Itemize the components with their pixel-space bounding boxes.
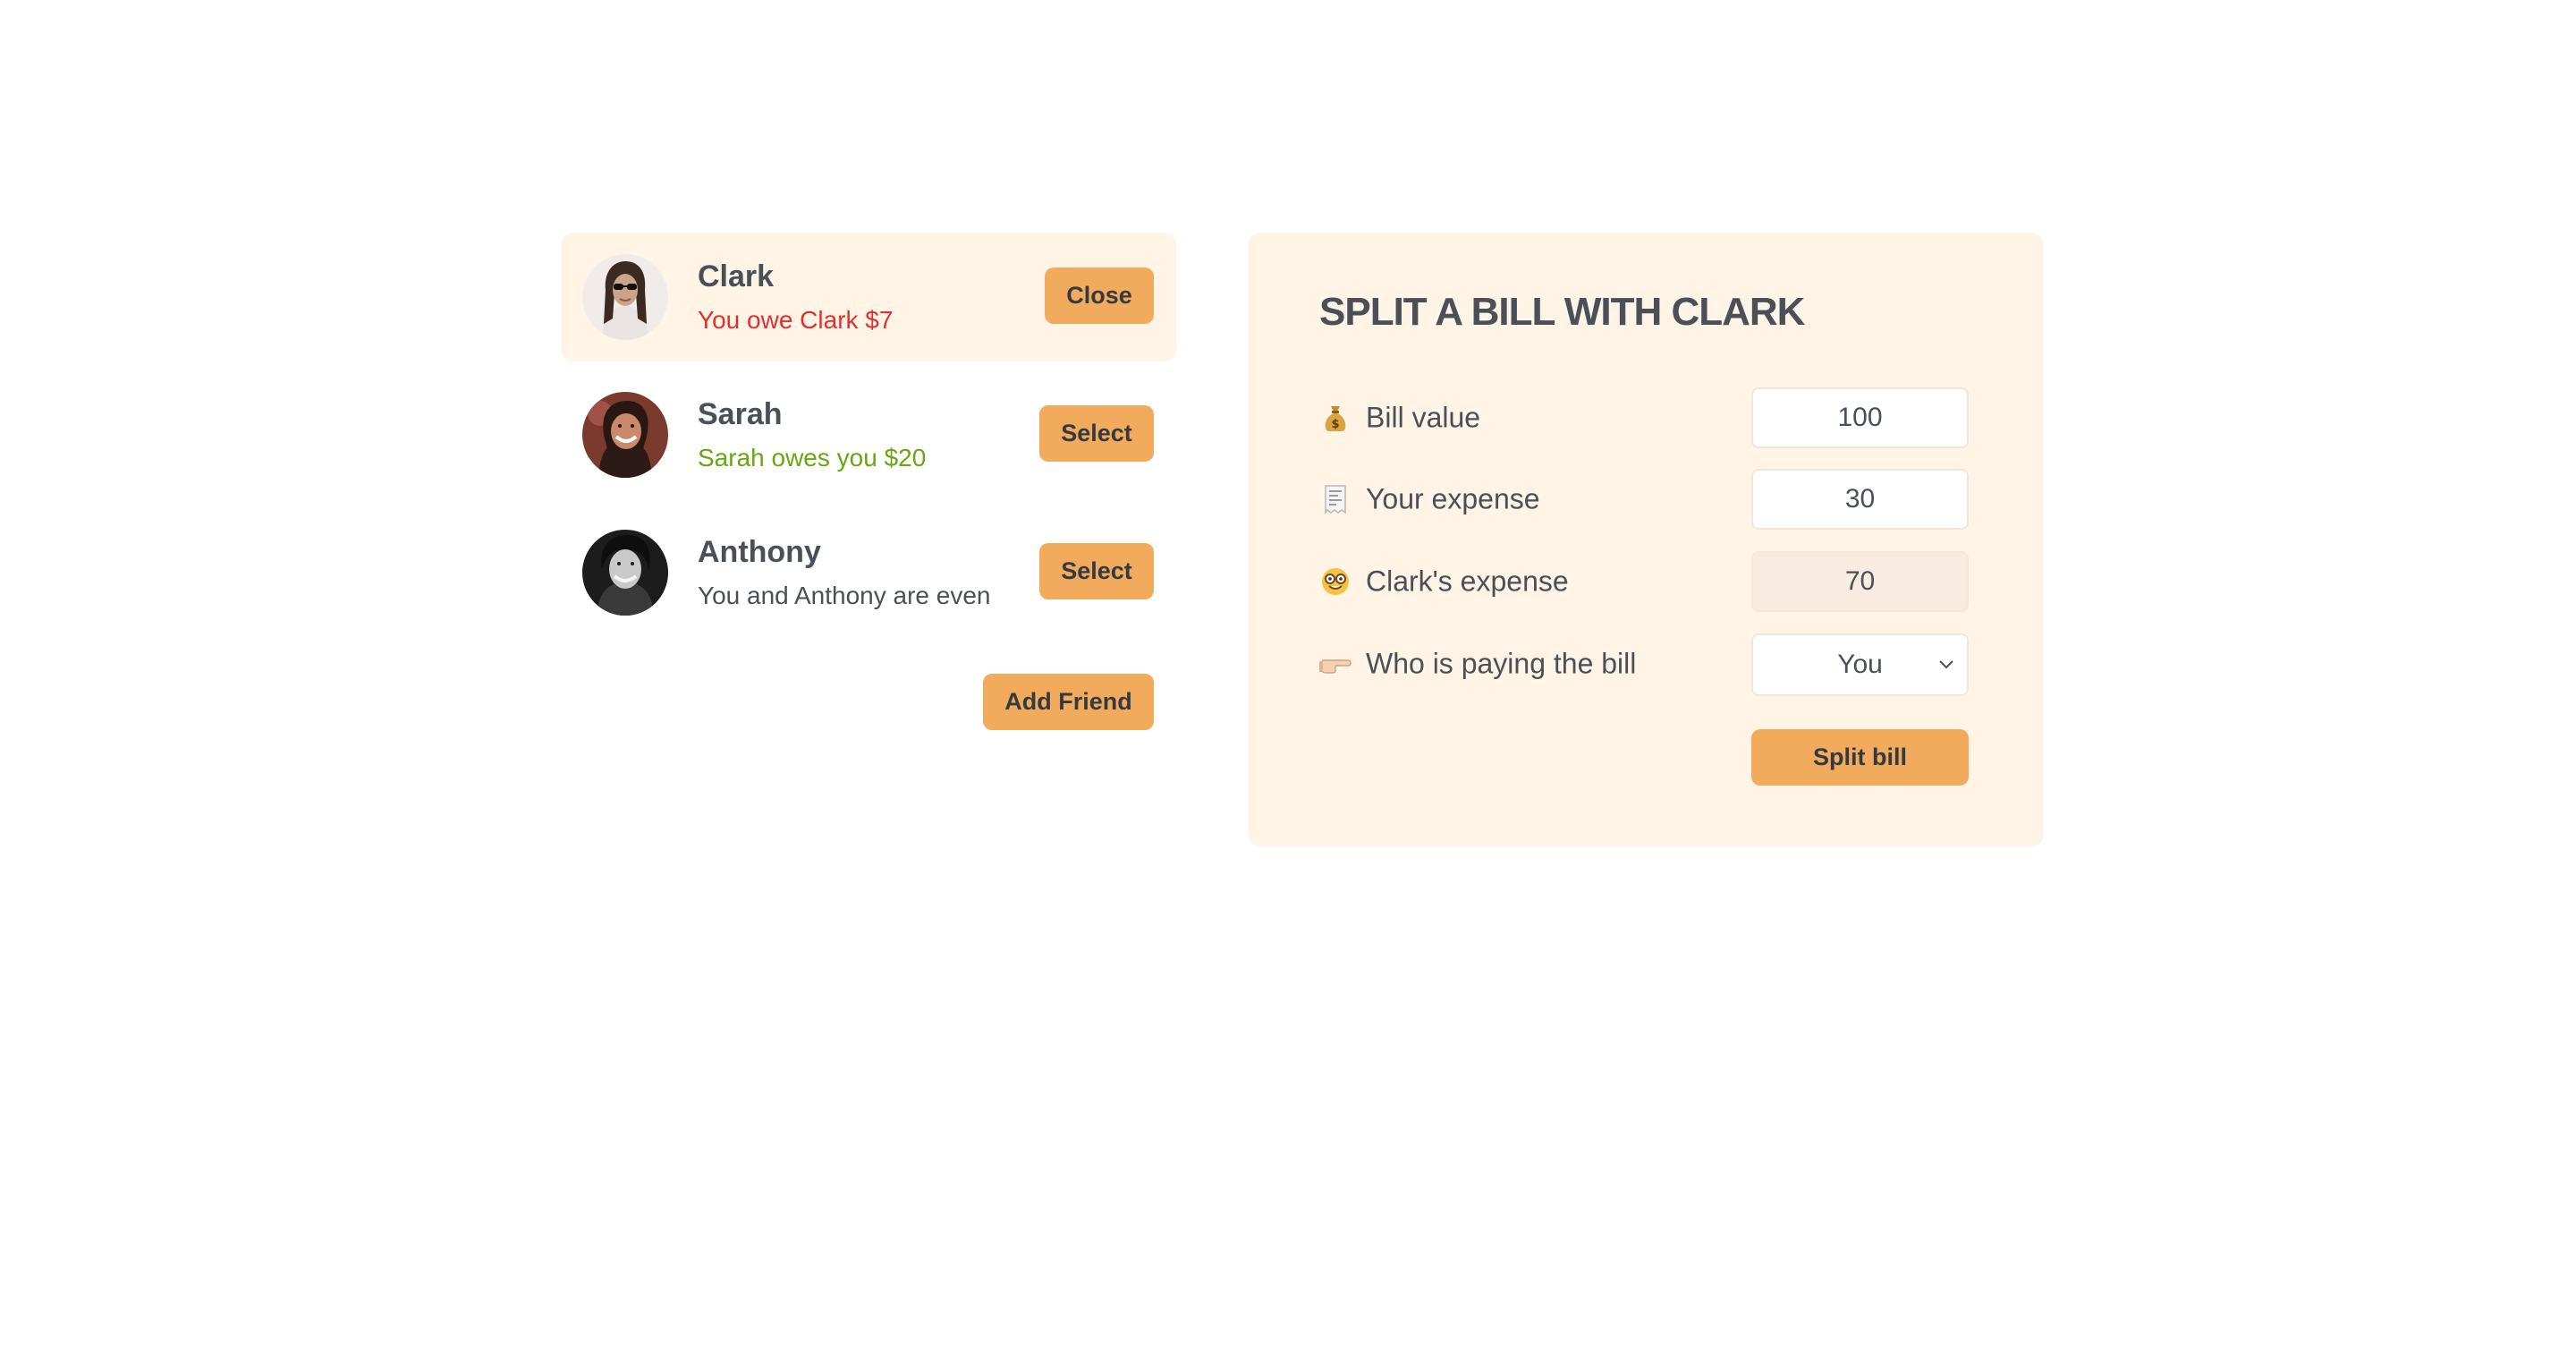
- payer-row: Who is paying the bill You: [1319, 633, 1972, 696]
- friend-item-sarah: Sarah Sarah owes you $20 Select: [561, 370, 1176, 499]
- form-title: SPLIT A BILL WITH CLARK: [1319, 290, 1805, 334]
- bill-value-label: Bill value: [1366, 401, 1481, 434]
- payer-label: Who is paying the bill: [1366, 647, 1637, 680]
- avatar-anthony: [582, 530, 668, 616]
- split-bill-button[interactable]: Split bill: [1751, 729, 1969, 786]
- friend-name: Anthony: [698, 535, 821, 569]
- select-button[interactable]: Select: [1039, 405, 1154, 462]
- money-bag-icon: $: [1319, 402, 1352, 434]
- friend-balance-status: You owe Clark $7: [698, 306, 894, 334]
- payer-select[interactable]: You: [1751, 633, 1969, 696]
- bill-value-row: $ Bill value: [1319, 387, 1972, 448]
- avatar-sarah: [582, 392, 668, 478]
- nerd-face-icon: [1319, 565, 1352, 598]
- chevron-down-icon: [1939, 660, 1953, 669]
- pointing-hand-icon: [1319, 648, 1352, 680]
- friend-item-anthony: Anthony You and Anthony are even Select: [561, 508, 1176, 637]
- svg-text:$: $: [1331, 418, 1339, 431]
- payer-selected-value: You: [1837, 650, 1883, 679]
- friend-item-clark: Clark You owe Clark $7 Close: [561, 233, 1176, 361]
- select-button[interactable]: Select: [1039, 543, 1154, 599]
- split-bill-form: SPLIT A BILL WITH CLARK $ Bill value You…: [1248, 233, 2044, 846]
- add-friend-button[interactable]: Add Friend: [983, 674, 1154, 730]
- friends-sidebar: Clark You owe Clark $7 Close Sarah Sarah…: [561, 233, 1176, 730]
- receipt-icon: [1319, 483, 1352, 515]
- friend-expense-row: Clark's expense: [1319, 551, 1972, 612]
- friend-balance-status: You and Anthony are even: [698, 582, 991, 609]
- friend-expense-input: [1751, 551, 1969, 612]
- close-button[interactable]: Close: [1045, 268, 1154, 324]
- friend-name: Clark: [698, 259, 775, 293]
- your-expense-input[interactable]: [1751, 469, 1969, 530]
- bill-value-input[interactable]: [1751, 387, 1969, 448]
- friend-name: Sarah: [698, 397, 783, 431]
- friend-balance-status: Sarah owes you $20: [698, 444, 927, 472]
- your-expense-row: Your expense: [1319, 469, 1972, 530]
- avatar-clark: [582, 254, 668, 340]
- friend-expense-label: Clark's expense: [1366, 565, 1569, 598]
- your-expense-label: Your expense: [1366, 482, 1540, 515]
